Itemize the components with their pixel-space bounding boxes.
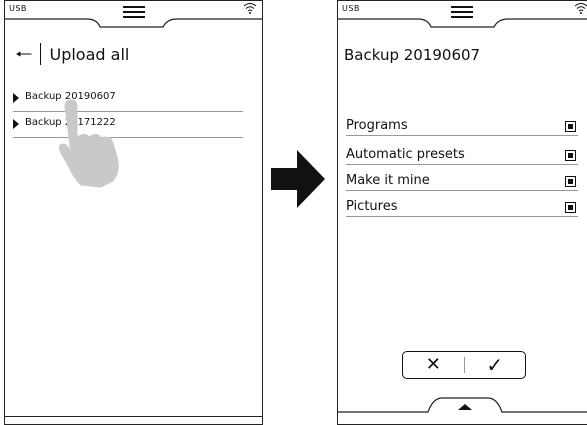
option-checkbox[interactable]: [565, 202, 576, 213]
option-label: Pictures: [346, 199, 398, 214]
option-row-automatic-presets[interactable]: Automatic presets: [346, 144, 578, 165]
option-label: Make it mine: [346, 173, 430, 188]
left-arrow-icon[interactable]: 🠐: [15, 44, 32, 64]
wifi-icon: [574, 3, 587, 14]
cancel-button[interactable]: ✕: [403, 352, 464, 378]
usb-status-label: USB: [9, 4, 27, 13]
right-arrow-icon: [271, 150, 325, 208]
header-row: 🠐 Upload all: [15, 43, 129, 65]
option-row-make-it-mine[interactable]: Make it mine: [346, 170, 578, 191]
left-screen: USB 🠐 Upload all Backup 20190607 Backup …: [4, 0, 263, 425]
option-row-programs[interactable]: Programs: [346, 115, 578, 136]
header-divider: [40, 43, 42, 65]
expand-triangle-icon: [13, 119, 19, 129]
bottom-divider: [5, 416, 262, 417]
option-label: Programs: [346, 118, 408, 133]
up-triangle-icon: [458, 404, 472, 410]
option-row-pictures[interactable]: Pictures: [346, 196, 578, 217]
page-title: Upload all: [49, 44, 130, 64]
right-screen: USB Backup 20190607 Programs Automatic p…: [337, 0, 587, 425]
usb-status-label: USB: [342, 4, 360, 13]
bottom-tab[interactable]: [338, 394, 587, 424]
menu-icon[interactable]: [123, 6, 145, 18]
menu-icon[interactable]: [451, 6, 473, 18]
option-label: Automatic presets: [346, 147, 465, 162]
option-checkbox[interactable]: [565, 176, 576, 187]
option-checkbox[interactable]: [565, 121, 576, 132]
option-checkbox[interactable]: [565, 150, 576, 161]
cross-icon: ✕: [425, 354, 441, 375]
wifi-icon: [243, 3, 257, 14]
confirm-button[interactable]: ✓: [465, 352, 526, 378]
action-bar: ✕ ✓: [402, 351, 526, 379]
page-title: Backup 20190607: [344, 46, 481, 64]
expand-triangle-icon: [13, 93, 19, 103]
check-icon: ✓: [486, 353, 504, 377]
hand-pointer-icon: [58, 99, 119, 188]
